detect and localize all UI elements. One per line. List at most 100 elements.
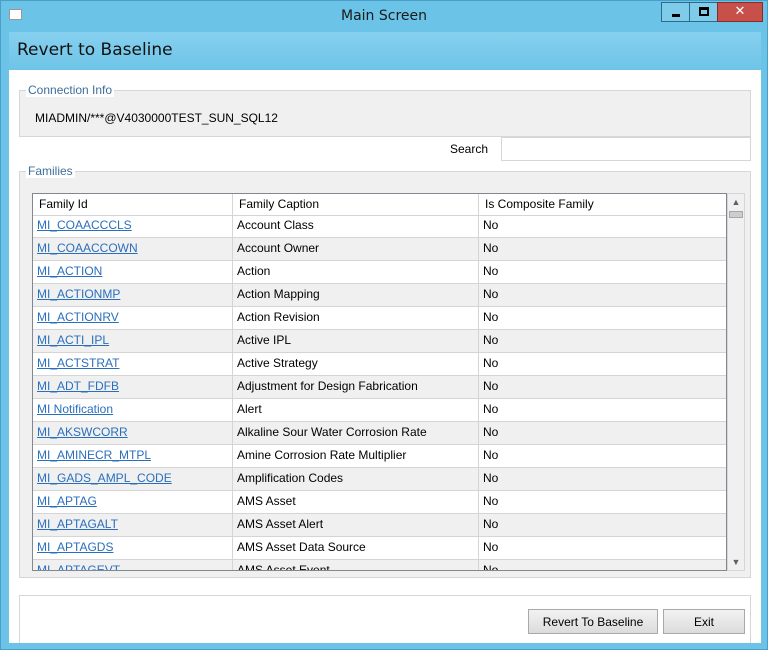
main-window: Main Screen ✕ Revert to Baseline Connect… bbox=[0, 0, 768, 650]
family-id-link[interactable]: MI_COAACCOWN bbox=[37, 241, 138, 255]
families-table[interactable]: Family Id Family Caption Is Composite Fa… bbox=[32, 193, 727, 571]
scroll-up-icon[interactable]: ▲ bbox=[728, 194, 744, 210]
column-header-family-id[interactable]: Family Id bbox=[33, 194, 233, 215]
maximize-button[interactable] bbox=[689, 2, 718, 22]
table-row[interactable]: MI_APTAGDS AMS Asset Data Source No bbox=[33, 537, 726, 560]
family-caption-cell: AMS Asset bbox=[233, 491, 479, 513]
search-input[interactable] bbox=[501, 137, 751, 161]
table-row[interactable]: MI_APTAGALT AMS Asset Alert No bbox=[33, 514, 726, 537]
family-id-link[interactable]: MI Notification bbox=[37, 402, 113, 416]
family-caption-cell: Active IPL bbox=[233, 330, 479, 352]
is-composite-cell: No bbox=[483, 448, 499, 462]
family-id-cell[interactable]: MI_AMINECR_MTPL bbox=[33, 445, 233, 467]
is-composite-cell: No bbox=[483, 471, 499, 485]
table-row[interactable]: MI_AKSWCORR Alkaline Sour Water Corrosion… bbox=[33, 422, 726, 445]
is-composite-cell: No bbox=[483, 310, 499, 324]
family-id-cell[interactable]: MI_ACTI_IPL bbox=[33, 330, 233, 352]
close-icon: ✕ bbox=[734, 4, 746, 19]
family-caption-cell: Account Class bbox=[233, 215, 479, 237]
is-composite-cell: No bbox=[483, 379, 499, 393]
family-id-cell[interactable]: MI_ACTION bbox=[33, 261, 233, 283]
scroll-thumb[interactable] bbox=[729, 211, 743, 218]
connection-string: MIADMIN/***@V4030000TEST_SUN_SQL12 bbox=[35, 111, 278, 125]
family-id-cell[interactable]: MI_ACTIONMP bbox=[33, 284, 233, 306]
is-composite-cell: No bbox=[483, 241, 499, 255]
table-row[interactable]: MI_ACTI_IPL Active IPL No bbox=[33, 330, 726, 353]
family-id-cell[interactable]: MI_ADT_FDFB bbox=[33, 376, 233, 398]
family-id-cell[interactable]: MI_GADS_AMPL_CODE bbox=[33, 468, 233, 490]
family-id-cell[interactable]: MI_APTAG bbox=[33, 491, 233, 513]
is-composite-cell: No bbox=[483, 287, 499, 301]
families-legend: Families bbox=[26, 164, 75, 178]
family-id-cell[interactable]: MI_ACTIONRV bbox=[33, 307, 233, 329]
family-id-link[interactable]: MI_APTAGEVT bbox=[37, 563, 120, 570]
is-composite-cell: No bbox=[483, 218, 499, 232]
minimize-button[interactable] bbox=[661, 2, 690, 22]
family-id-link[interactable]: MI_APTAGALT bbox=[37, 517, 118, 531]
family-id-cell[interactable]: MI_COAACCOWN bbox=[33, 238, 233, 260]
family-id-cell[interactable]: MI_COAACCCLS bbox=[33, 215, 233, 237]
family-id-link[interactable]: MI_ACTION bbox=[37, 264, 102, 278]
table-row[interactable]: MI_ACTIONMP Action Mapping No bbox=[33, 284, 726, 307]
table-row[interactable]: MI_APTAGEVT AMS Asset Event No bbox=[33, 560, 726, 570]
family-id-link[interactable]: MI_AKSWCORR bbox=[37, 425, 128, 439]
family-id-cell[interactable]: MI_ACTSTRAT bbox=[33, 353, 233, 375]
table-row[interactable]: MI_APTAG AMS Asset No bbox=[33, 491, 726, 514]
table-row[interactable]: MI_ACTSTRAT Active Strategy No bbox=[33, 353, 726, 376]
minimize-icon bbox=[672, 14, 680, 17]
connection-info-legend: Connection Info bbox=[26, 83, 115, 97]
family-caption-cell: Adjustment for Design Fabrication bbox=[233, 376, 479, 398]
revert-to-baseline-button[interactable]: Revert To Baseline bbox=[528, 609, 658, 634]
family-caption-cell: Active Strategy bbox=[233, 353, 479, 375]
table-row[interactable]: MI_ACTION Action No bbox=[33, 261, 726, 284]
content-area: Connection Info MIADMIN/***@V4030000TEST… bbox=[9, 70, 761, 643]
family-id-cell[interactable]: MI_APTAGEVT bbox=[33, 560, 233, 570]
table-row[interactable]: MI_ACTIONRV Action Revision No bbox=[33, 307, 726, 330]
is-composite-cell: No bbox=[483, 402, 499, 416]
family-id-cell[interactable]: MI Notification bbox=[33, 399, 233, 421]
family-id-cell[interactable]: MI_APTAGDS bbox=[33, 537, 233, 559]
is-composite-cell: No bbox=[483, 356, 499, 370]
title-bar[interactable]: Main Screen ✕ bbox=[1, 1, 767, 31]
family-id-cell[interactable]: MI_AKSWCORR bbox=[33, 422, 233, 444]
family-caption-cell: Action bbox=[233, 261, 479, 283]
families-group: Families Family Id Family Caption Is Com… bbox=[19, 164, 751, 578]
family-id-link[interactable]: MI_APTAG bbox=[37, 494, 97, 508]
column-header-is-composite[interactable]: Is Composite Family bbox=[479, 194, 726, 215]
family-id-link[interactable]: MI_ACTIONMP bbox=[37, 287, 120, 301]
table-row[interactable]: MI_AMINECR_MTPL Amine Corrosion Rate Mult… bbox=[33, 445, 726, 468]
table-row[interactable]: MI Notification Alert No bbox=[33, 399, 726, 422]
table-row[interactable]: MI_COAACCCLS Account Class No bbox=[33, 215, 726, 238]
is-composite-cell: No bbox=[483, 264, 499, 278]
family-caption-cell: Alert bbox=[233, 399, 479, 421]
maximize-icon bbox=[699, 7, 709, 16]
family-id-link[interactable]: MI_GADS_AMPL_CODE bbox=[37, 471, 172, 485]
table-row[interactable]: MI_COAACCOWN Account Owner No bbox=[33, 238, 726, 261]
table-header: Family Id Family Caption Is Composite Fa… bbox=[33, 194, 726, 216]
family-id-link[interactable]: MI_AMINECR_MTPL bbox=[37, 448, 151, 462]
family-id-link[interactable]: MI_ACTIONRV bbox=[37, 310, 119, 324]
is-composite-cell: No bbox=[483, 425, 499, 439]
family-caption-cell: AMS Asset Alert bbox=[233, 514, 479, 536]
table-row[interactable]: MI_GADS_AMPL_CODE Amplification Codes No bbox=[33, 468, 726, 491]
is-composite-cell: No bbox=[483, 333, 499, 347]
search-label: Search bbox=[450, 142, 489, 156]
family-id-link[interactable]: MI_APTAGDS bbox=[37, 540, 113, 554]
family-id-cell[interactable]: MI_APTAGALT bbox=[33, 514, 233, 536]
column-header-family-caption[interactable]: Family Caption bbox=[233, 194, 479, 215]
page-header: Revert to Baseline bbox=[9, 32, 761, 70]
close-button[interactable]: ✕ bbox=[717, 2, 763, 22]
family-id-link[interactable]: MI_ADT_FDFB bbox=[37, 379, 119, 393]
connection-info-group: Connection Info MIADMIN/***@V4030000TEST… bbox=[19, 83, 751, 137]
family-id-link[interactable]: MI_ACTI_IPL bbox=[37, 333, 109, 347]
family-caption-cell: Account Owner bbox=[233, 238, 479, 260]
family-id-link[interactable]: MI_ACTSTRAT bbox=[37, 356, 119, 370]
page-title: Revert to Baseline bbox=[17, 40, 173, 60]
table-row[interactable]: MI_ADT_FDFB Adjustment for Design Fabrica… bbox=[33, 376, 726, 399]
family-caption-cell: Amplification Codes bbox=[233, 468, 479, 490]
vertical-scrollbar[interactable]: ▲ ▼ bbox=[727, 193, 745, 571]
family-id-link[interactable]: MI_COAACCCLS bbox=[37, 218, 132, 232]
scroll-down-icon[interactable]: ▼ bbox=[728, 554, 744, 570]
is-composite-cell: No bbox=[483, 540, 499, 554]
exit-button[interactable]: Exit bbox=[663, 609, 745, 634]
